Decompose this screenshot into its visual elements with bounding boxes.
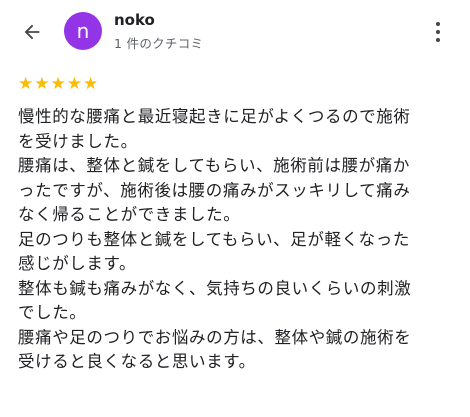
- more-options-button[interactable]: [428, 20, 448, 44]
- review-line: 感じがします。: [18, 254, 137, 273]
- arrow-left-icon: [24, 24, 40, 40]
- more-vert-icon: [436, 22, 440, 26]
- review-line: でした。: [18, 303, 87, 322]
- star-icon: ★: [18, 74, 34, 94]
- review-line: ったですが、施術後は腰の痛みがスッキリして痛み: [18, 180, 411, 200]
- reviewer-name[interactable]: noko: [114, 11, 155, 29]
- review-line: 足のつりも整体と鍼をしてもらい、足が軽くなった: [18, 229, 410, 249]
- avatar[interactable]: n: [64, 12, 102, 50]
- review-line: 腰痛や足のつりでお悩みの方は、整体や鍼の施術を: [18, 327, 412, 347]
- review-line: を受けました。: [18, 131, 138, 151]
- star-icon: ★: [50, 74, 66, 94]
- review-line: 慢性的な腰痛と最近寝起きに足がよくつるので施術: [18, 107, 411, 126]
- review-header: n noko 1 件のクチコミ: [0, 0, 470, 64]
- star-icon: ★: [34, 74, 50, 94]
- review-text: 慢性的な腰痛と最近寝起きに足がよくつるので施術 を受けました。腰痛は、整体と鍼をし…: [18, 105, 458, 375]
- avatar-letter: n: [76, 19, 90, 43]
- review-line: 受けると良くなると思います。: [18, 352, 256, 371]
- star-rating: ★ ★ ★ ★ ★: [18, 76, 98, 93]
- back-button[interactable]: [18, 18, 46, 46]
- star-icon: ★: [83, 74, 99, 94]
- review-count: 1 件のクチコミ: [114, 36, 204, 51]
- review-line: なく帰ることができました。: [18, 205, 241, 224]
- star-icon: ★: [66, 74, 82, 94]
- review-line: 腰痛は、整体と鍼をしてもらい、施術前は腰が痛か: [18, 156, 410, 175]
- review-line: 整体も鍼も痛みがなく、気持ちの良いくらいの刺激: [18, 278, 412, 298]
